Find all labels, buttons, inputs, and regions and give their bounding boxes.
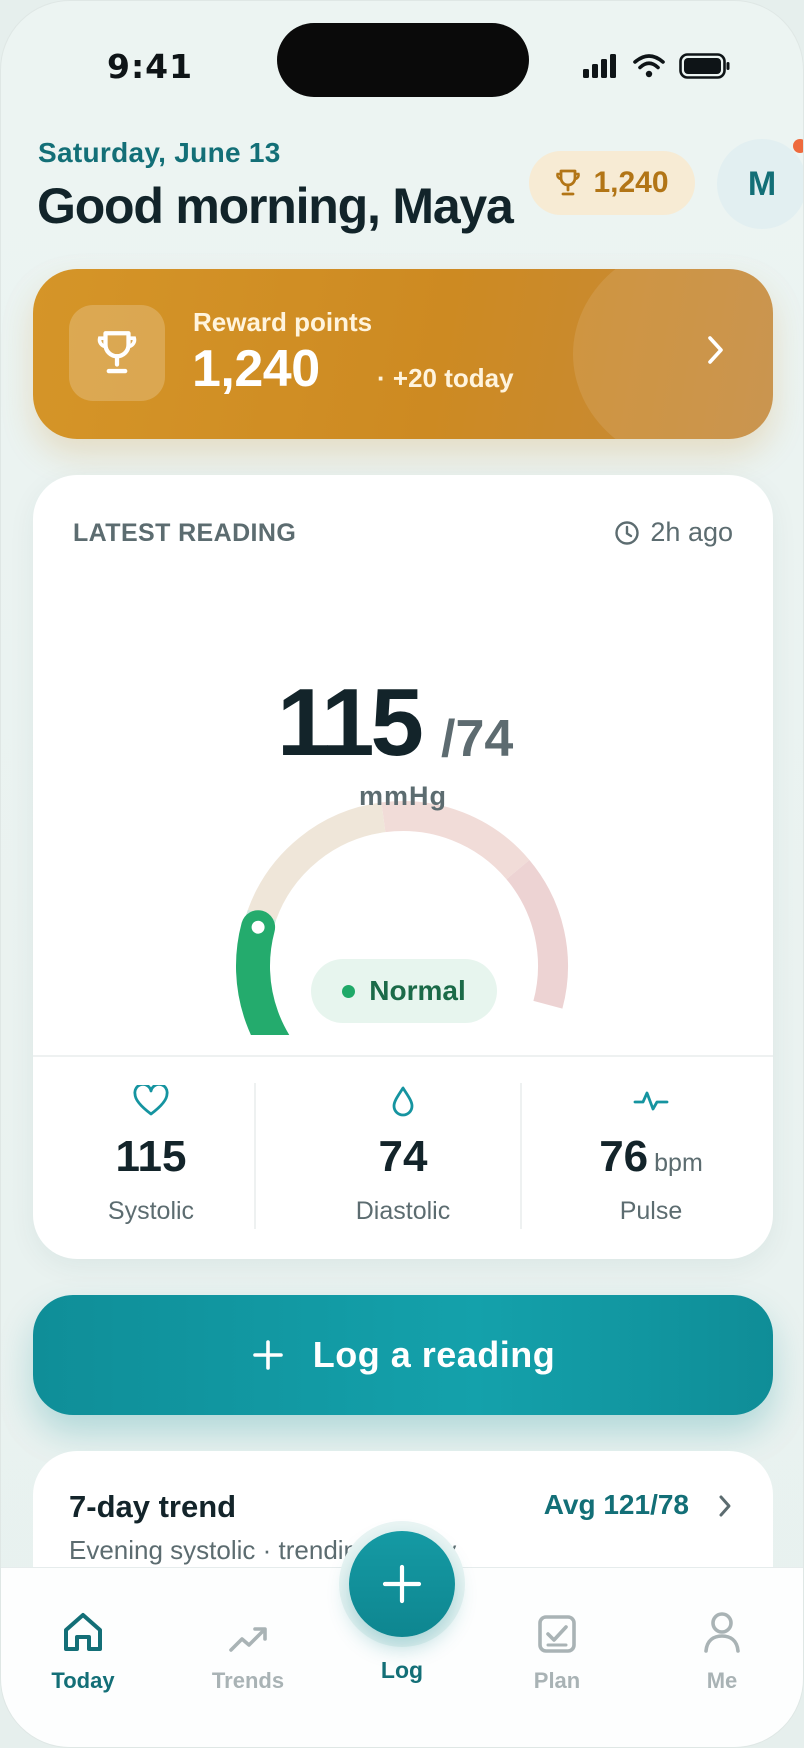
header-date: Saturday, June 13: [38, 137, 281, 168]
tab-log[interactable]: Log: [342, 1657, 462, 1684]
reward-today: · +20 today: [377, 363, 514, 393]
droplet-icon: [392, 1086, 414, 1117]
wifi-icon: [633, 54, 665, 78]
status-icons: [583, 53, 731, 79]
chevron-right-icon: [708, 336, 723, 364]
tab-trends[interactable]: Trends: [188, 1604, 308, 1694]
pulse-icon: [633, 1091, 669, 1111]
cellular-signal-icon: [583, 54, 616, 78]
points-chip[interactable]: 1,240: [529, 151, 695, 215]
gauge-track-segment: [247, 802, 386, 921]
metric-label: Systolic: [107, 1197, 195, 1225]
tab-label: Plan: [533, 1668, 581, 1693]
plus-icon: [252, 1340, 283, 1370]
greeting-title: Good morning, Maya: [37, 178, 514, 234]
chevron-right-icon: [719, 1495, 731, 1517]
reward-card[interactable]: Reward points 1,240 · +20 today: [33, 269, 773, 439]
trophy-icon: [556, 169, 581, 196]
log-reading-button[interactable]: Log a reading: [33, 1295, 773, 1415]
points-chip-value: 1,240: [593, 166, 669, 199]
phone-screen: 9:41 Saturday, June 13 Good morning, May…: [0, 0, 804, 1748]
dynamic-island: [277, 23, 529, 97]
user-icon: [704, 1612, 740, 1653]
metric-label: Pulse: [619, 1197, 683, 1225]
metric-value: 115: [115, 1132, 187, 1181]
status-text: Normal: [369, 975, 466, 1006]
trophy-icon: [97, 331, 137, 374]
bp-unit: mmHg: [358, 781, 447, 811]
reward-trophy-tile: [69, 305, 165, 401]
gauge-track-segment: [506, 859, 568, 1009]
metric-divider: [520, 1083, 522, 1229]
log-reading-label: Log a reading: [312, 1334, 556, 1375]
gauge-knob: [248, 917, 268, 937]
log-fab-button[interactable]: [349, 1531, 455, 1637]
trend-title: 7-day trend: [69, 1489, 237, 1524]
tab-label: Me: [706, 1668, 738, 1693]
systolic-large: 115: [277, 669, 424, 776]
metric-label: Diastolic: [355, 1197, 451, 1225]
metric-diastolic: 74 Diastolic: [285, 1081, 521, 1231]
diastolic-large: /74: [441, 710, 514, 768]
trend-up-icon: [229, 1627, 267, 1652]
tab-label: Today: [51, 1668, 115, 1693]
avatar[interactable]: M: [717, 139, 803, 229]
metric-value: 76: [599, 1132, 649, 1181]
heart-icon: [133, 1085, 169, 1116]
status-time: 9:41: [107, 47, 194, 86]
latest-reading-card[interactable]: LATEST READING 2h ago 115 /74 mmHg Norma…: [33, 475, 773, 1259]
tab-me[interactable]: Me: [662, 1604, 782, 1694]
status-badge: Normal: [311, 959, 497, 1023]
tab-label: Trends: [211, 1668, 285, 1693]
card-divider: [33, 1055, 773, 1057]
reward-label: Reward points: [193, 307, 373, 337]
battery-icon: [679, 53, 730, 79]
tab-plan[interactable]: Plan: [497, 1604, 617, 1694]
metric-pulse: 76 bpm Pulse: [533, 1081, 769, 1231]
tab-today[interactable]: Today: [23, 1604, 143, 1694]
checklist-icon: [538, 1615, 576, 1653]
metric-unit: bpm: [654, 1149, 703, 1177]
home-icon: [64, 1613, 102, 1651]
notification-dot: [793, 139, 803, 153]
metric-systolic: 115 Systolic: [33, 1081, 269, 1231]
reward-card-decoration: [573, 269, 773, 439]
reward-value: 1,240: [192, 340, 320, 398]
metric-value: 74: [378, 1132, 428, 1181]
metric-divider: [254, 1083, 256, 1229]
gauge-fill: [236, 910, 290, 1035]
plus-icon: [382, 1564, 422, 1604]
gauge-track-segment: [381, 801, 530, 880]
status-dot: [342, 984, 356, 998]
trend-average: Avg 121/78: [543, 1489, 689, 1520]
